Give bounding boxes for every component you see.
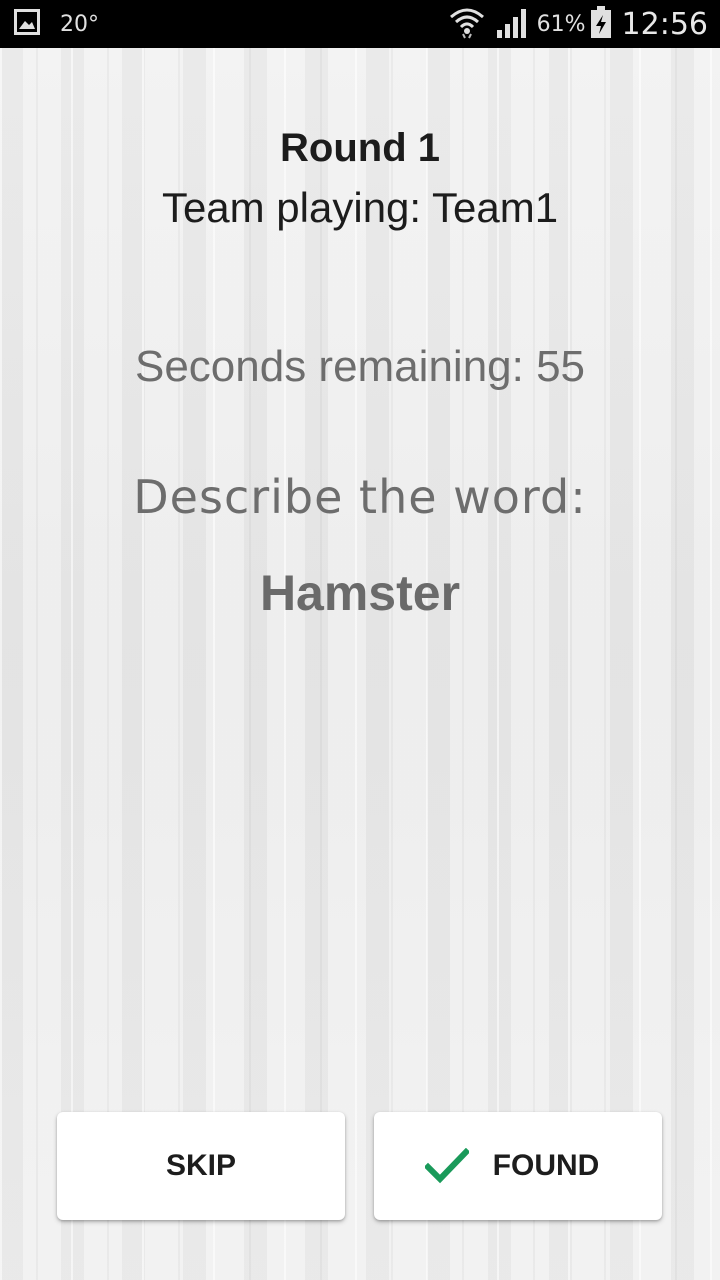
word-to-describe: Hamster <box>259 565 461 621</box>
game-screen: Round 1 Team playing: Team1 Seconds rema… <box>0 48 720 1280</box>
found-button[interactable]: FOUND <box>374 1112 662 1220</box>
status-bar: 20° 61% 12:56 <box>0 0 720 48</box>
found-button-label: FOUND <box>492 1149 600 1182</box>
skip-button[interactable]: SKIP <box>57 1112 345 1220</box>
clock-time: 12:56 <box>621 6 708 42</box>
skip-button-label: SKIP <box>165 1149 237 1182</box>
team-playing-text: Team playing: Team1 <box>161 184 559 231</box>
signal-icon <box>495 6 529 43</box>
battery-icon <box>590 5 612 43</box>
wifi-icon <box>449 5 485 44</box>
describe-prompt: Describe the word: <box>133 470 587 524</box>
gallery-icon <box>14 8 40 40</box>
seconds-remaining-text: Seconds remaining: 55 <box>134 342 586 391</box>
round-title: Round 1 <box>280 126 440 170</box>
temperature-text: 20° <box>60 11 99 37</box>
battery-percent-text: 61% <box>536 11 586 37</box>
checkmark-icon <box>424 1148 469 1184</box>
